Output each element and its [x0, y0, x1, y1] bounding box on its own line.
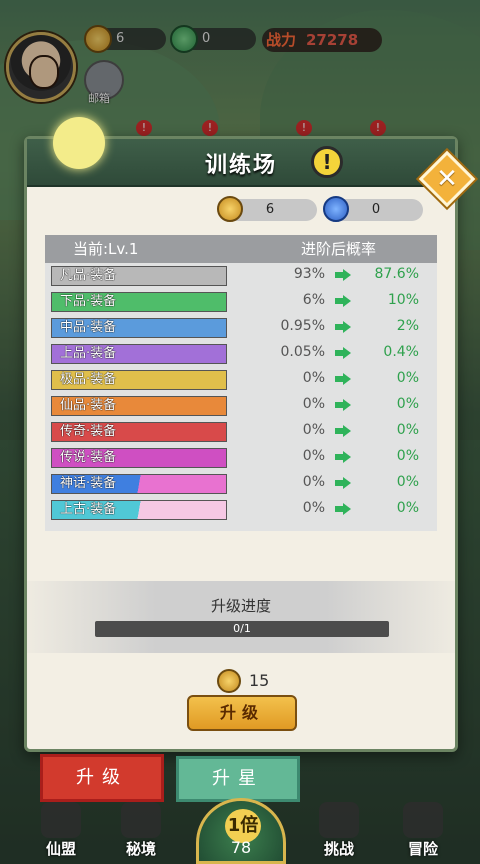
panel-currency-gold: 6 [217, 196, 317, 222]
nav-label: 仙盟 [45, 840, 76, 858]
panel-currency-gold-value: 6 [265, 202, 275, 217]
dialog-title: 训练场 [204, 153, 277, 178]
nav-label: 挑战 [323, 840, 354, 858]
current-probability: 0% [302, 422, 325, 438]
arrow-right-icon [335, 477, 351, 489]
current-probability: 0.95% [280, 318, 325, 334]
arrow-right-icon [335, 425, 351, 437]
table-body: 凡品·装备 93% 87.6% 下品·装备 6% 10% 中品·装备 0.95% 2% 上品·装备… [45, 263, 437, 523]
current-level-header: 当前:Lv.1 [73, 240, 139, 258]
probability-table: 当前:Lv.1 进阶后概率 凡品·装备 93% 87.6% 下品·装备 6% 10% 中品·… [45, 235, 437, 531]
center-counter: 78 [230, 838, 252, 857]
progress-label: 升级进度 [210, 597, 271, 615]
next-probability: 0% [396, 422, 419, 438]
arrow-right-icon [335, 451, 351, 463]
next-probability: 0% [396, 474, 419, 490]
table-header: 当前:Lv.1 进阶后概率 [45, 235, 437, 263]
tier-label: 上古·装备 [51, 500, 227, 520]
arrow-right-icon [335, 347, 351, 359]
table-row: 传奇·装备 0% 0% [45, 419, 437, 445]
nav-label: 秘境 [125, 840, 156, 858]
table-row: 上古·装备 0% 0% [45, 497, 437, 523]
panel-currency-gem-value: 0 [371, 202, 381, 217]
progress-bar: 0/1 [95, 621, 389, 637]
next-probability: 0% [396, 448, 419, 464]
table-row: 下品·装备 6% 10% [45, 289, 437, 315]
current-probability: 0% [302, 396, 325, 412]
next-probability: 0.4% [383, 344, 419, 360]
blue-gem-icon [323, 196, 349, 222]
current-probability: 0.05% [280, 344, 325, 360]
arrow-right-icon [335, 295, 351, 307]
next-probability: 2% [396, 318, 419, 334]
table-row: 凡品·装备 93% 87.6% [45, 263, 437, 289]
tier-label: 传奇·装备 [51, 422, 227, 442]
nav-item-secret-realm[interactable]: 秘境 [106, 802, 176, 862]
table-row: 传说·装备 0% 0% [45, 445, 437, 471]
tier-label: 下品·装备 [51, 292, 227, 312]
current-probability: 0% [302, 500, 325, 516]
upgrade-cost-value: 15 [249, 671, 270, 690]
tier-label: 极品·装备 [51, 370, 227, 390]
tier-label: 传说·装备 [51, 448, 227, 468]
current-probability: 93% [293, 266, 325, 282]
training-ground-dialog: 训练场 ! ✕ 6 0 当前:Lv.1 进阶后概率 凡品·装备 93% 87.6% 下… [24, 117, 476, 752]
upgrade-cost: 15 [217, 669, 269, 693]
guild-icon [41, 802, 81, 838]
table-row: 神话·装备 0% 0% [45, 471, 437, 497]
center-battle-button[interactable]: 1倍 78 [196, 798, 286, 864]
nav-item-guild[interactable]: 仙盟 [26, 802, 96, 862]
next-probability-header: 进阶后概率 [301, 240, 377, 258]
current-probability: 0% [302, 474, 325, 490]
current-probability: 0% [302, 370, 325, 386]
tier-label: 上品·装备 [51, 344, 227, 364]
gold-coin-icon [217, 669, 241, 693]
challenge-icon [319, 802, 359, 838]
next-probability: 0% [396, 396, 419, 412]
current-probability: 6% [302, 292, 325, 308]
arrow-right-icon [335, 373, 351, 385]
arrow-right-icon [335, 399, 351, 411]
gold-coin-icon [217, 196, 243, 222]
secret-realm-icon [121, 802, 161, 838]
arrow-right-icon [335, 321, 351, 333]
table-row: 仙品·装备 0% 0% [45, 393, 437, 419]
next-probability: 0% [396, 370, 419, 386]
progress-text: 0/1 [233, 622, 251, 635]
arrow-right-icon [335, 269, 351, 281]
table-row: 极品·装备 0% 0% [45, 367, 437, 393]
tier-label: 中品·装备 [51, 318, 227, 338]
next-probability: 87.6% [374, 266, 419, 282]
info-icon[interactable]: ! [311, 146, 343, 178]
tier-label: 凡品·装备 [51, 266, 227, 286]
table-row: 上品·装备 0.05% 0.4% [45, 341, 437, 367]
tier-label: 神话·装备 [51, 474, 227, 494]
adventure-icon [403, 802, 443, 838]
upgrade-progress-section: 升级进度 0/1 [27, 581, 455, 653]
next-probability: 10% [387, 292, 419, 308]
arrow-right-icon [335, 503, 351, 515]
panel-currency-gem: 0 [323, 196, 423, 222]
nav-item-adventure[interactable]: 冒险 [388, 802, 458, 862]
table-row: 中品·装备 0.95% 2% [45, 315, 437, 341]
nav-label: 冒险 [407, 840, 438, 858]
nav-item-challenge[interactable]: 挑战 [304, 802, 374, 862]
bottom-nav: 仙盟 秘境 1倍 78 挑战 冒险 [0, 794, 480, 864]
dialog-header: 训练场 ! [27, 117, 455, 187]
current-probability: 0% [302, 448, 325, 464]
tier-label: 仙品·装备 [51, 396, 227, 416]
close-icon: ✕ [436, 164, 458, 194]
upgrade-button[interactable]: 升级 [187, 695, 297, 731]
next-probability: 0% [396, 500, 419, 516]
